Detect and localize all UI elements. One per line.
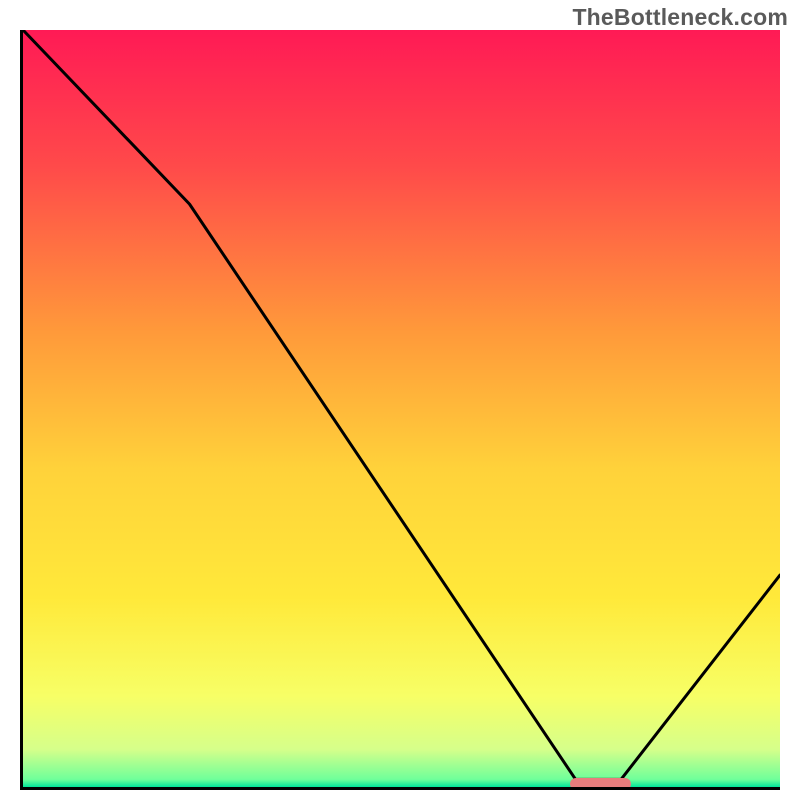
curve-path <box>23 30 780 779</box>
watermark-text: TheBottleneck.com <box>572 4 788 31</box>
chart-container: TheBottleneck.com <box>0 0 800 800</box>
bottleneck-curve <box>23 30 780 787</box>
optimum-marker <box>570 778 631 790</box>
plot-area <box>20 30 780 790</box>
